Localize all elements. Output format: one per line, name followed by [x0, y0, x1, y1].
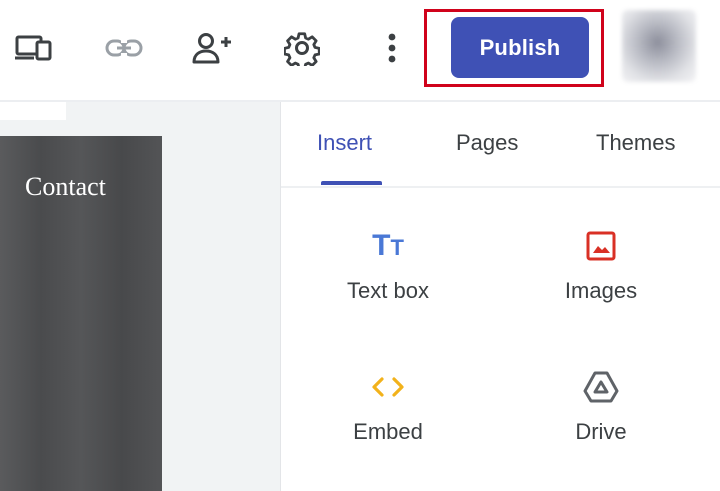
- insert-drive-tile[interactable]: Drive: [511, 367, 691, 477]
- tile-label: Drive: [575, 419, 627, 444]
- insert-embed-tile[interactable]: Embed: [298, 367, 478, 477]
- devices-preview-icon[interactable]: [12, 26, 56, 70]
- image-icon: [511, 226, 691, 266]
- tab-themes[interactable]: Themes: [596, 130, 675, 156]
- text-box-icon: TT: [372, 229, 404, 262]
- active-tab-indicator: [321, 181, 382, 185]
- site-canvas: Contact: [0, 102, 280, 491]
- drive-icon: [511, 367, 691, 407]
- tile-label: Text box: [347, 278, 429, 303]
- tab-insert[interactable]: Insert: [317, 130, 372, 156]
- tile-label: Images: [564, 278, 638, 303]
- settings-gear-icon[interactable]: [280, 26, 324, 70]
- embed-code-icon: [298, 367, 478, 407]
- tile-label: Embed: [353, 419, 423, 444]
- insert-text-box-tile[interactable]: TT Text box: [298, 226, 478, 336]
- contact-heading: Contact: [25, 172, 106, 201]
- canvas-top-strip: [0, 102, 66, 120]
- tab-pages[interactable]: Pages: [456, 130, 518, 156]
- publish-button[interactable]: Publish: [451, 17, 589, 78]
- more-vert-icon[interactable]: [370, 26, 414, 70]
- share-add-person-icon[interactable]: [190, 26, 234, 70]
- avatar[interactable]: [622, 10, 696, 82]
- top-toolbar: Publish: [0, 0, 720, 102]
- contact-section[interactable]: Contact: [0, 136, 162, 491]
- link-icon[interactable]: [102, 26, 146, 70]
- panel-tabs: Insert Pages Themes: [281, 102, 720, 188]
- insert-images-tile[interactable]: Images: [511, 226, 691, 336]
- insert-panel: Insert Pages Themes TT Text box Images E…: [280, 102, 720, 491]
